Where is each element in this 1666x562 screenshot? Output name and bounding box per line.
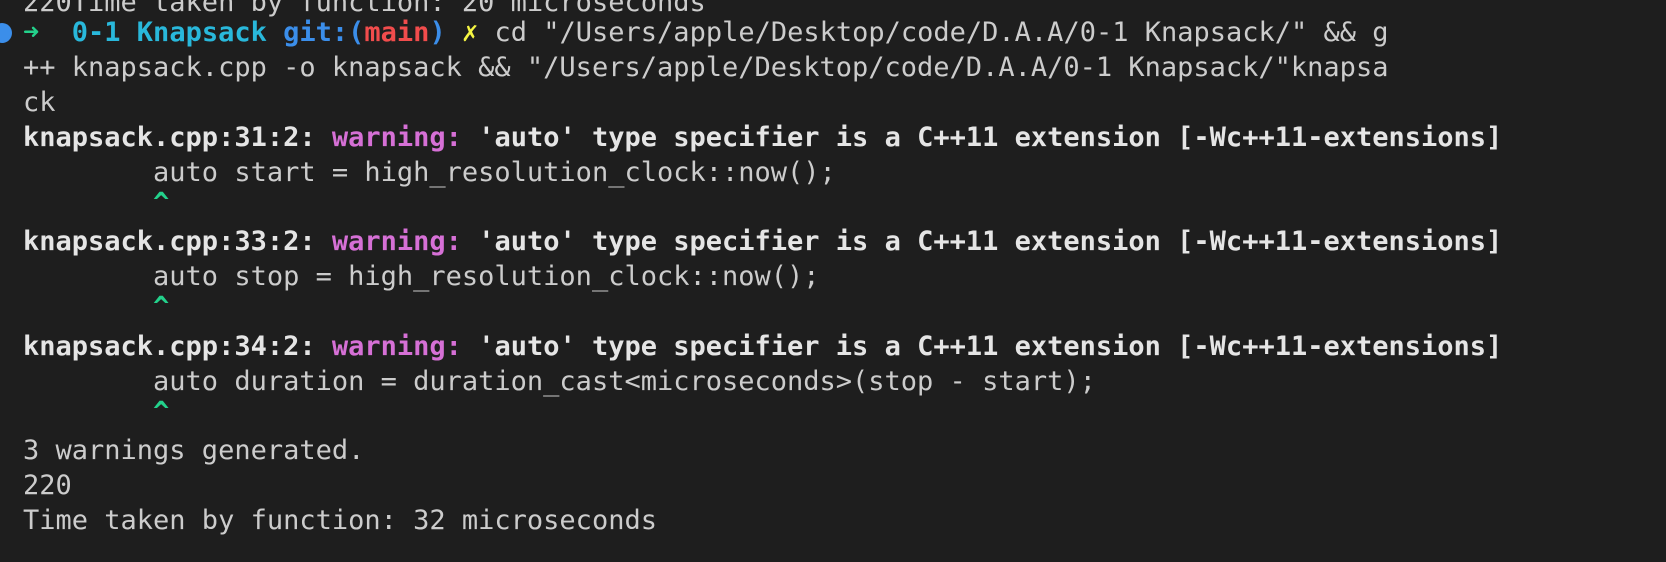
caret-marker: ^ bbox=[23, 291, 170, 322]
warning-message: 'auto' type specifier is a C++11 extensi… bbox=[478, 331, 1503, 362]
prompt-branch: main bbox=[364, 17, 430, 48]
warning-location: knapsack.cpp:31:2: bbox=[23, 122, 316, 153]
circle-dot-icon[interactable] bbox=[0, 23, 12, 43]
prompt-line: ➜ 0-1 Knapsack git:(main) ✗ cd "/Users/a… bbox=[23, 14, 1389, 51]
prompt-git-label: git:( bbox=[283, 17, 365, 48]
warning-line: knapsack.cpp:31:2: warning: 'auto' type … bbox=[23, 119, 1502, 156]
command-wrap-line: ++ knapsack.cpp -o knapsack && "/Users/a… bbox=[23, 52, 1389, 83]
prompt-git-close: ) bbox=[429, 17, 446, 48]
prompt-arrow-icon: ➜ bbox=[23, 17, 40, 48]
time-taken-line: Time taken by function: 32 microseconds bbox=[23, 505, 657, 536]
terminal-output[interactable]: 220Time taken by function: 20 microsecon… bbox=[0, 0, 1666, 562]
warning-location: knapsack.cpp:34:2: bbox=[23, 331, 316, 362]
warning-label: warning: bbox=[331, 331, 462, 362]
warning-line: knapsack.cpp:34:2: warning: 'auto' type … bbox=[23, 328, 1502, 365]
source-line: auto duration = duration_cast<microsecon… bbox=[23, 366, 1096, 397]
program-result: 220 bbox=[23, 470, 72, 501]
command-wrap-line: ck bbox=[23, 87, 56, 118]
prompt-command: cd "/Users/apple/Desktop/code/D.A.A/0-1 … bbox=[494, 17, 1389, 48]
prompt-directory: 0-1 Knapsack bbox=[71, 17, 267, 48]
caret-marker: ^ bbox=[23, 396, 170, 427]
warning-line: knapsack.cpp:33:2: warning: 'auto' type … bbox=[23, 223, 1502, 260]
caret-marker: ^ bbox=[23, 187, 170, 218]
warning-location: knapsack.cpp:33:2: bbox=[23, 226, 316, 257]
warning-label: warning: bbox=[331, 226, 462, 257]
warning-message: 'auto' type specifier is a C++11 extensi… bbox=[478, 226, 1503, 257]
warnings-summary: 3 warnings generated. bbox=[23, 435, 365, 466]
dirty-mark-icon: ✗ bbox=[461, 17, 479, 48]
warning-label: warning: bbox=[331, 122, 462, 153]
warning-message: 'auto' type specifier is a C++11 extensi… bbox=[478, 122, 1503, 153]
